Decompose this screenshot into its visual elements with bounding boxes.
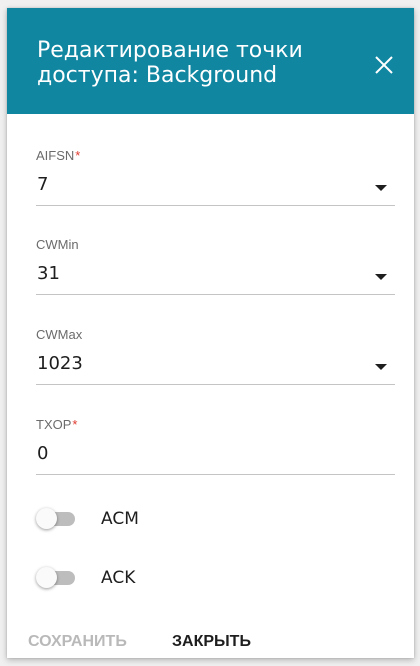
ack-toggle[interactable]: ACK: [36, 562, 336, 592]
toggle-thumb: [36, 567, 57, 588]
required-mark: *: [72, 417, 78, 432]
cwmax-label: CWMax: [36, 327, 83, 342]
save-button[interactable]: СОХРАНИТЬ: [28, 633, 127, 651]
dialog-title: Редактирование точки доступа: Background: [37, 38, 303, 88]
dialog-header: Редактирование точки доступа: Background: [7, 8, 414, 114]
txop-input[interactable]: TXOP* 0: [36, 417, 396, 477]
cwmin-value: 31: [37, 263, 60, 284]
cwmin-select[interactable]: CWMin 31: [36, 237, 396, 297]
field-underline: [36, 384, 395, 385]
cwmax-value: 1023: [37, 353, 83, 374]
txop-label: TXOP*: [36, 417, 78, 432]
close-icon[interactable]: [371, 52, 397, 78]
acm-toggle[interactable]: ACM: [36, 503, 336, 533]
toggle-thumb: [36, 508, 57, 529]
cwmin-label: CWMin: [36, 237, 79, 252]
chevron-down-icon: [375, 185, 387, 191]
aifsn-value: 7: [37, 174, 49, 195]
required-mark: *: [75, 148, 81, 163]
field-underline: [36, 294, 395, 295]
close-button[interactable]: ЗАКРЫТЬ: [172, 633, 251, 651]
txop-value: 0: [37, 443, 49, 464]
cwmax-select[interactable]: CWMax 1023: [36, 327, 396, 387]
field-underline: [36, 474, 395, 475]
field-underline: [36, 205, 395, 206]
chevron-down-icon: [375, 274, 387, 280]
aifsn-label: AIFSN*: [36, 148, 81, 163]
edit-access-point-dialog: Редактирование точки доступа: Background…: [7, 8, 414, 658]
chevron-down-icon: [375, 364, 387, 370]
acm-label: ACM: [101, 509, 139, 529]
aifsn-select[interactable]: AIFSN* 7: [36, 148, 396, 208]
ack-label: ACK: [101, 568, 136, 588]
